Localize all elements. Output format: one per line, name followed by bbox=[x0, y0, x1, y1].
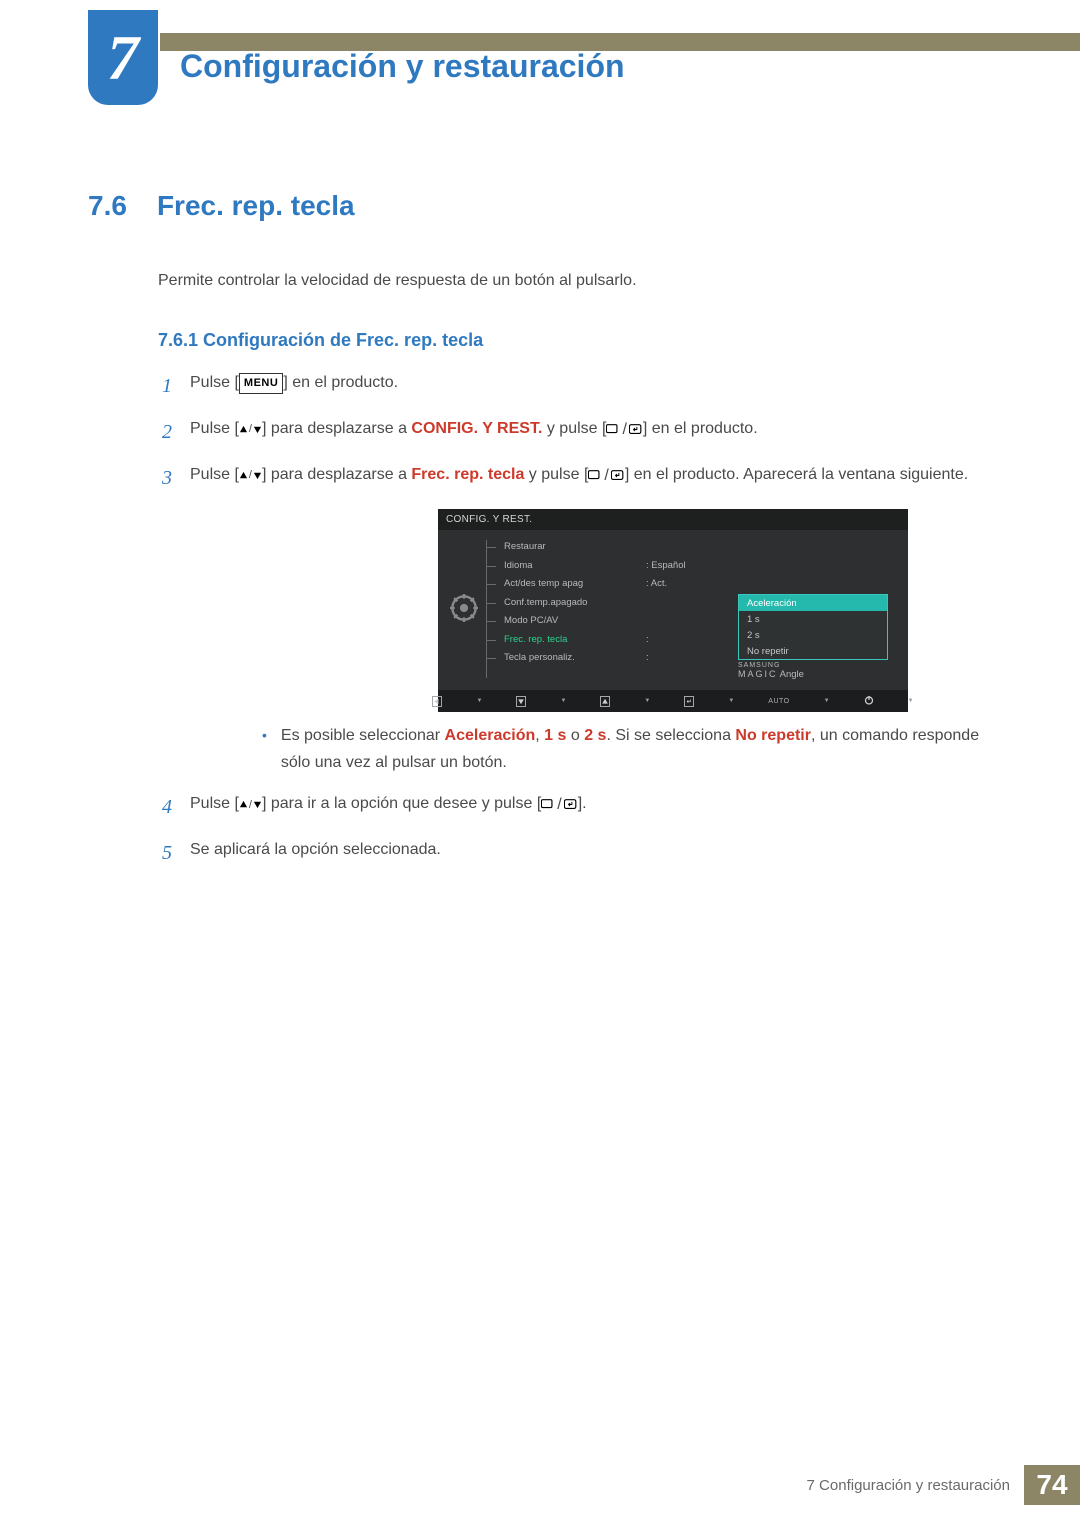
step-text: ] para ir a la opción que desee y pulse … bbox=[262, 795, 541, 812]
note-text: . Si se selecciona bbox=[606, 727, 735, 744]
step-text: ] en el producto. bbox=[283, 374, 398, 391]
step-text: ] para desplazarse a bbox=[262, 466, 411, 483]
step-text: Pulse [ bbox=[190, 466, 239, 483]
step-text: ] en el producto. Aparecerá la ventana s… bbox=[625, 466, 968, 483]
osd-dropdown-item: 2 s bbox=[739, 627, 887, 643]
chapter-title: Configuración y restauración bbox=[180, 48, 625, 85]
step-text: y pulse [ bbox=[524, 466, 588, 483]
osd-value: : bbox=[642, 631, 732, 650]
osd-value: : Act. bbox=[642, 575, 732, 594]
up-down-arrow-icon: / bbox=[239, 796, 262, 815]
osd-menu-item: Tecla personaliz. bbox=[490, 649, 638, 668]
osd-auto-label: AUTO bbox=[768, 698, 789, 705]
step-text: ]. bbox=[578, 795, 587, 812]
up-down-arrow-icon: / bbox=[239, 420, 262, 439]
osd-menu-item: Idioma bbox=[490, 557, 638, 576]
osd-value: : bbox=[642, 649, 732, 668]
step-number: 1 bbox=[158, 369, 172, 403]
osd-nav-left-icon bbox=[432, 696, 442, 707]
note-text: Es posible seleccionar bbox=[281, 727, 445, 744]
osd-footer: ▼ ▼ ▼ ▼ AUTO▼ ▼ bbox=[438, 690, 908, 712]
osd-title: CONFIG. Y REST. bbox=[438, 509, 908, 530]
chapter-number: 7 bbox=[88, 10, 158, 105]
enter-button-icon: / bbox=[588, 462, 624, 489]
step-text: y pulse [ bbox=[542, 420, 606, 437]
emph: No repetir bbox=[735, 727, 811, 744]
osd-menu-item: Act/des temp apag bbox=[490, 575, 638, 594]
emph: 1 s bbox=[544, 727, 566, 744]
step-1: 1 Pulse [MENU] en el producto. bbox=[158, 369, 1000, 403]
menu-target: Frec. rep. tecla bbox=[411, 466, 524, 483]
step-text: ] para desplazarse a bbox=[262, 420, 411, 437]
osd-nav-enter-icon bbox=[684, 696, 694, 707]
osd-power-icon bbox=[864, 692, 874, 710]
step-3: 3 Pulse [/] para desplazarse a Frec. rep… bbox=[158, 461, 1000, 495]
enter-button-icon: / bbox=[606, 416, 642, 443]
step-text: ] en el producto. bbox=[643, 420, 758, 437]
osd-dropdown-selected: Aceleración bbox=[739, 595, 887, 611]
step-text: Pulse [ bbox=[190, 795, 239, 812]
osd-magic-label: SAMSUNGMAGIC Angle bbox=[738, 663, 804, 680]
footer-text: 7 Configuración y restauración bbox=[807, 1477, 1010, 1494]
step-number: 4 bbox=[158, 790, 172, 824]
step-text: Pulse [ bbox=[190, 374, 239, 391]
subsection-title: 7.6.1 Configuración de Frec. rep. tecla bbox=[158, 330, 1000, 351]
osd-menu-item: Restaurar bbox=[490, 538, 638, 557]
emph: 2 s bbox=[584, 727, 606, 744]
osd-nav-up-icon bbox=[600, 696, 610, 707]
up-down-arrow-icon: / bbox=[239, 466, 262, 485]
step-number: 5 bbox=[158, 836, 172, 870]
osd-nav-down-icon bbox=[516, 696, 526, 707]
osd-dropdown-item: 1 s bbox=[739, 611, 887, 627]
osd-menu-item-active: Frec. rep. tecla bbox=[490, 631, 638, 650]
note-text: , bbox=[535, 727, 544, 744]
step-5: 5 Se aplicará la opción seleccionada. bbox=[158, 836, 1000, 870]
section-title: Frec. rep. tecla bbox=[157, 190, 355, 222]
step-number: 2 bbox=[158, 415, 172, 449]
intro-text: Permite controlar la velocidad de respue… bbox=[158, 272, 1000, 290]
page-number: 74 bbox=[1024, 1465, 1080, 1505]
gear-icon bbox=[450, 594, 478, 627]
step-text: Se aplicará la opción seleccionada. bbox=[190, 836, 1000, 863]
osd-menu-item: Conf.temp.apagado bbox=[490, 594, 638, 613]
menu-button-icon: MENU bbox=[239, 373, 283, 394]
step-2: 2 Pulse [/] para desplazarse a CONFIG. Y… bbox=[158, 415, 1000, 449]
step-text: Pulse [ bbox=[190, 420, 239, 437]
bullet-icon: • bbox=[262, 722, 267, 776]
step-4: 4 Pulse [/] para ir a la opción que dese… bbox=[158, 790, 1000, 824]
enter-button-icon: / bbox=[541, 791, 577, 818]
menu-target: CONFIG. Y REST. bbox=[411, 420, 542, 437]
osd-menu-item: Modo PC/AV bbox=[490, 612, 638, 631]
note-text: o bbox=[566, 727, 584, 744]
section-number: 7.6 bbox=[88, 190, 127, 222]
osd-dropdown: Aceleración 1 s 2 s No repetir bbox=[738, 594, 888, 660]
step-number: 3 bbox=[158, 461, 172, 495]
emph: Aceleración bbox=[445, 727, 536, 744]
osd-dropdown-item: No repetir bbox=[739, 643, 887, 659]
osd-value: : Español bbox=[642, 557, 732, 576]
osd-screenshot: CONFIG. Y REST. Restaurar Idioma Act/des… bbox=[438, 509, 908, 712]
note-bullet: • Es posible seleccionar Aceleración, 1 … bbox=[262, 722, 1000, 776]
